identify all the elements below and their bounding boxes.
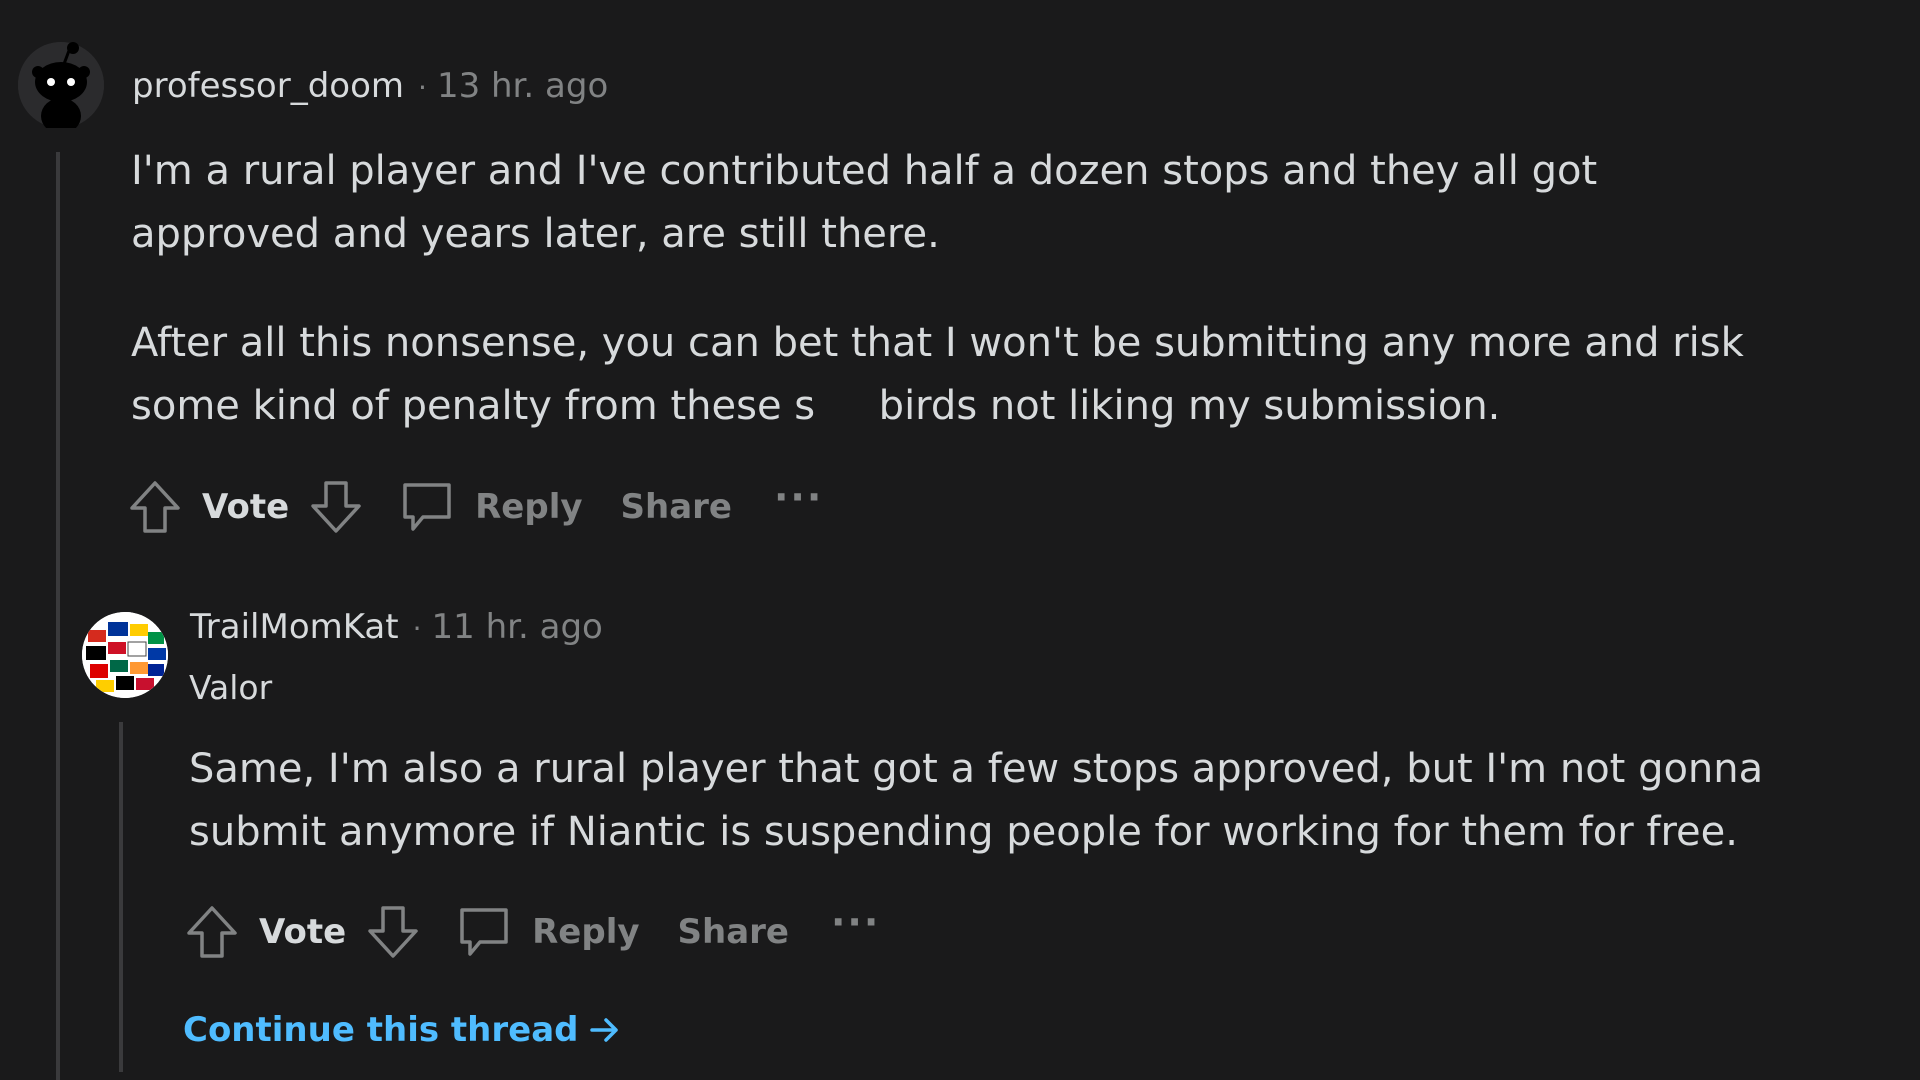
avatar[interactable] [82, 612, 168, 698]
comment-meta: professor_doom · 13 hr. ago [132, 66, 608, 106]
vote-count: Vote [202, 487, 290, 527]
comment-timestamp[interactable]: 13 hr. ago [437, 66, 608, 106]
comment-paragraph-1: I'm a rural player and I've contributed … [131, 148, 1598, 257]
vote-count: Vote [259, 912, 347, 952]
more-options-button[interactable]: ··· [831, 900, 880, 944]
reply-button[interactable]: Reply [532, 912, 639, 952]
comment-thread: professor_doom · 13 hr. ago I'm a rural … [0, 0, 1920, 1080]
comment-author[interactable]: professor_doom [132, 66, 404, 106]
continue-thread-label: Continue this thread [183, 1010, 579, 1050]
thread-collapse-line[interactable] [56, 152, 60, 1080]
avatar[interactable] [18, 42, 104, 134]
continue-thread-link[interactable]: Continue this thread [183, 1010, 622, 1050]
comment-bubble-icon[interactable] [397, 477, 457, 537]
snoo-avatar-icon [18, 42, 104, 134]
downvote-icon[interactable] [364, 903, 422, 961]
more-options-button[interactable]: ··· [774, 475, 823, 519]
reply-author[interactable]: TrailMomKat [190, 607, 399, 647]
comment-bubble-icon[interactable] [454, 902, 514, 962]
downvote-icon[interactable] [307, 478, 365, 536]
reply-button[interactable]: Reply [475, 487, 582, 527]
meta-separator: · [418, 71, 427, 104]
arrow-right-icon [590, 1018, 619, 1042]
reply-paragraph-1: Same, I'm also a rural player that got a… [189, 746, 1764, 855]
reply-timestamp[interactable]: 11 hr. ago [432, 607, 603, 647]
comment-paragraph-2: After all this nonsense, you can bet tha… [131, 320, 1744, 429]
comment-action-bar: Vote Reply Share ··· [126, 472, 823, 542]
reply-meta: TrailMomKat · 11 hr. ago [190, 607, 603, 647]
share-button[interactable]: Share [621, 487, 732, 527]
reply-action-bar: Vote Reply Share ··· [183, 897, 880, 967]
meta-separator: · [412, 612, 422, 645]
flags-avatar-icon [82, 612, 168, 698]
upvote-icon[interactable] [126, 478, 184, 536]
thread-collapse-line[interactable] [119, 722, 123, 1072]
upvote-icon[interactable] [183, 903, 241, 961]
user-flair: Valor [189, 668, 273, 707]
share-button[interactable]: Share [678, 912, 789, 952]
